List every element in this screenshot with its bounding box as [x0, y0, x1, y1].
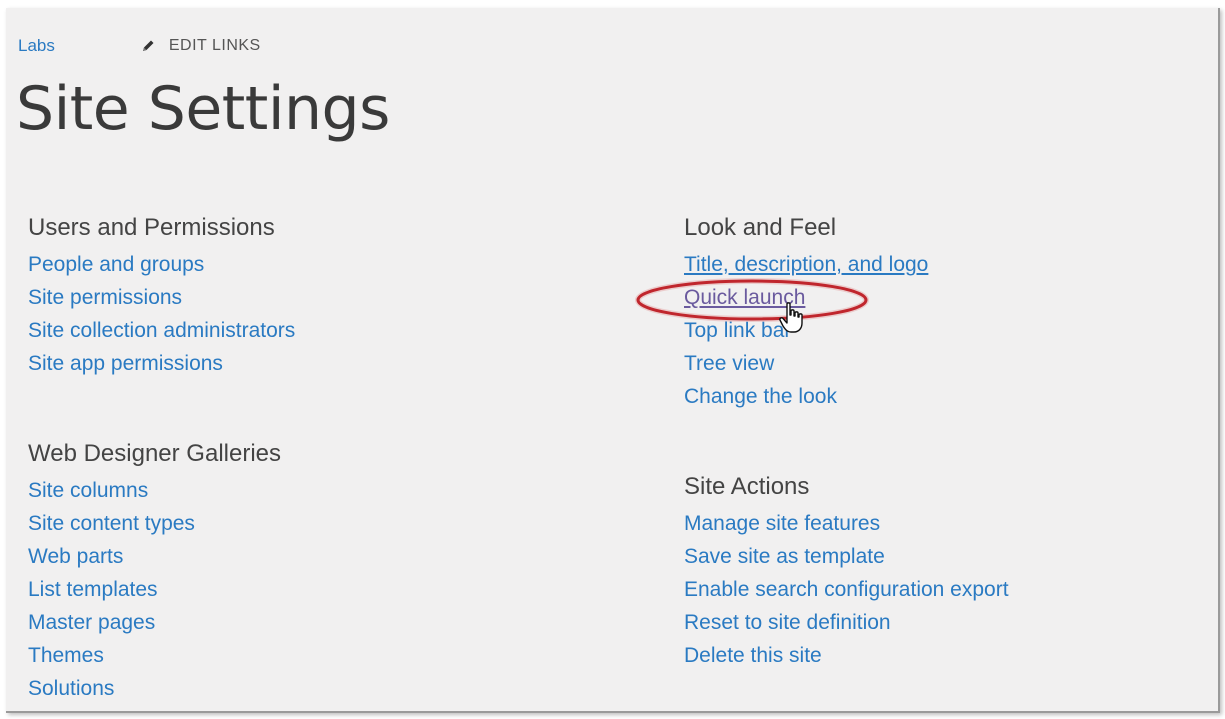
link-site-columns[interactable]: Site columns [28, 479, 148, 502]
section-heading: Web Designer Galleries [28, 440, 281, 467]
section-heading: Look and Feel [684, 214, 837, 241]
section-users-permissions: Users and Permissions People and groups … [28, 214, 295, 380]
top-nav: Labs EDIT LINKS [18, 36, 261, 56]
link-site-collection-administrators[interactable]: Site collection administrators [28, 319, 295, 342]
section-heading: Site Actions [684, 473, 810, 500]
site-settings-page: Labs EDIT LINKS Site Settings Users and … [6, 8, 1220, 713]
link-people-and-groups[interactable]: People and groups [28, 253, 204, 276]
link-reset-to-site-definition[interactable]: Reset to site definition [684, 611, 891, 634]
link-site-content-types[interactable]: Site content types [28, 512, 195, 535]
link-manage-site-features[interactable]: Manage site features [684, 512, 880, 535]
link-enable-search-configuration-export[interactable]: Enable search configuration export [684, 578, 1009, 601]
link-solutions[interactable]: Solutions [28, 677, 114, 700]
hand-pointer-icon [779, 302, 803, 333]
link-top-link-bar[interactable]: Top link bar [684, 319, 791, 342]
link-tree-view[interactable]: Tree view [684, 352, 774, 375]
page-title: Site Settings [16, 74, 390, 144]
link-web-parts[interactable]: Web parts [28, 545, 123, 568]
link-delete-this-site[interactable]: Delete this site [684, 644, 822, 667]
link-list-templates[interactable]: List templates [28, 578, 158, 601]
section-web-designer-galleries: Web Designer Galleries Site columns Site… [28, 440, 281, 705]
link-site-permissions[interactable]: Site permissions [28, 286, 182, 309]
edit-links-label: EDIT LINKS [168, 37, 261, 54]
link-themes[interactable]: Themes [28, 644, 104, 667]
link-save-site-as-template[interactable]: Save site as template [684, 545, 885, 568]
edit-links-button[interactable]: EDIT LINKS [141, 37, 261, 55]
link-site-app-permissions[interactable]: Site app permissions [28, 352, 223, 375]
link-title-description-logo[interactable]: Title, description, and logo [684, 253, 928, 276]
pencil-icon [142, 40, 154, 51]
link-master-pages[interactable]: Master pages [28, 611, 155, 634]
link-change-the-look[interactable]: Change the look [684, 385, 837, 408]
section-heading: Users and Permissions [28, 214, 275, 241]
breadcrumb-site-link[interactable]: Labs [18, 36, 55, 56]
section-site-actions: Site Actions Manage site features Save s… [684, 473, 1009, 672]
